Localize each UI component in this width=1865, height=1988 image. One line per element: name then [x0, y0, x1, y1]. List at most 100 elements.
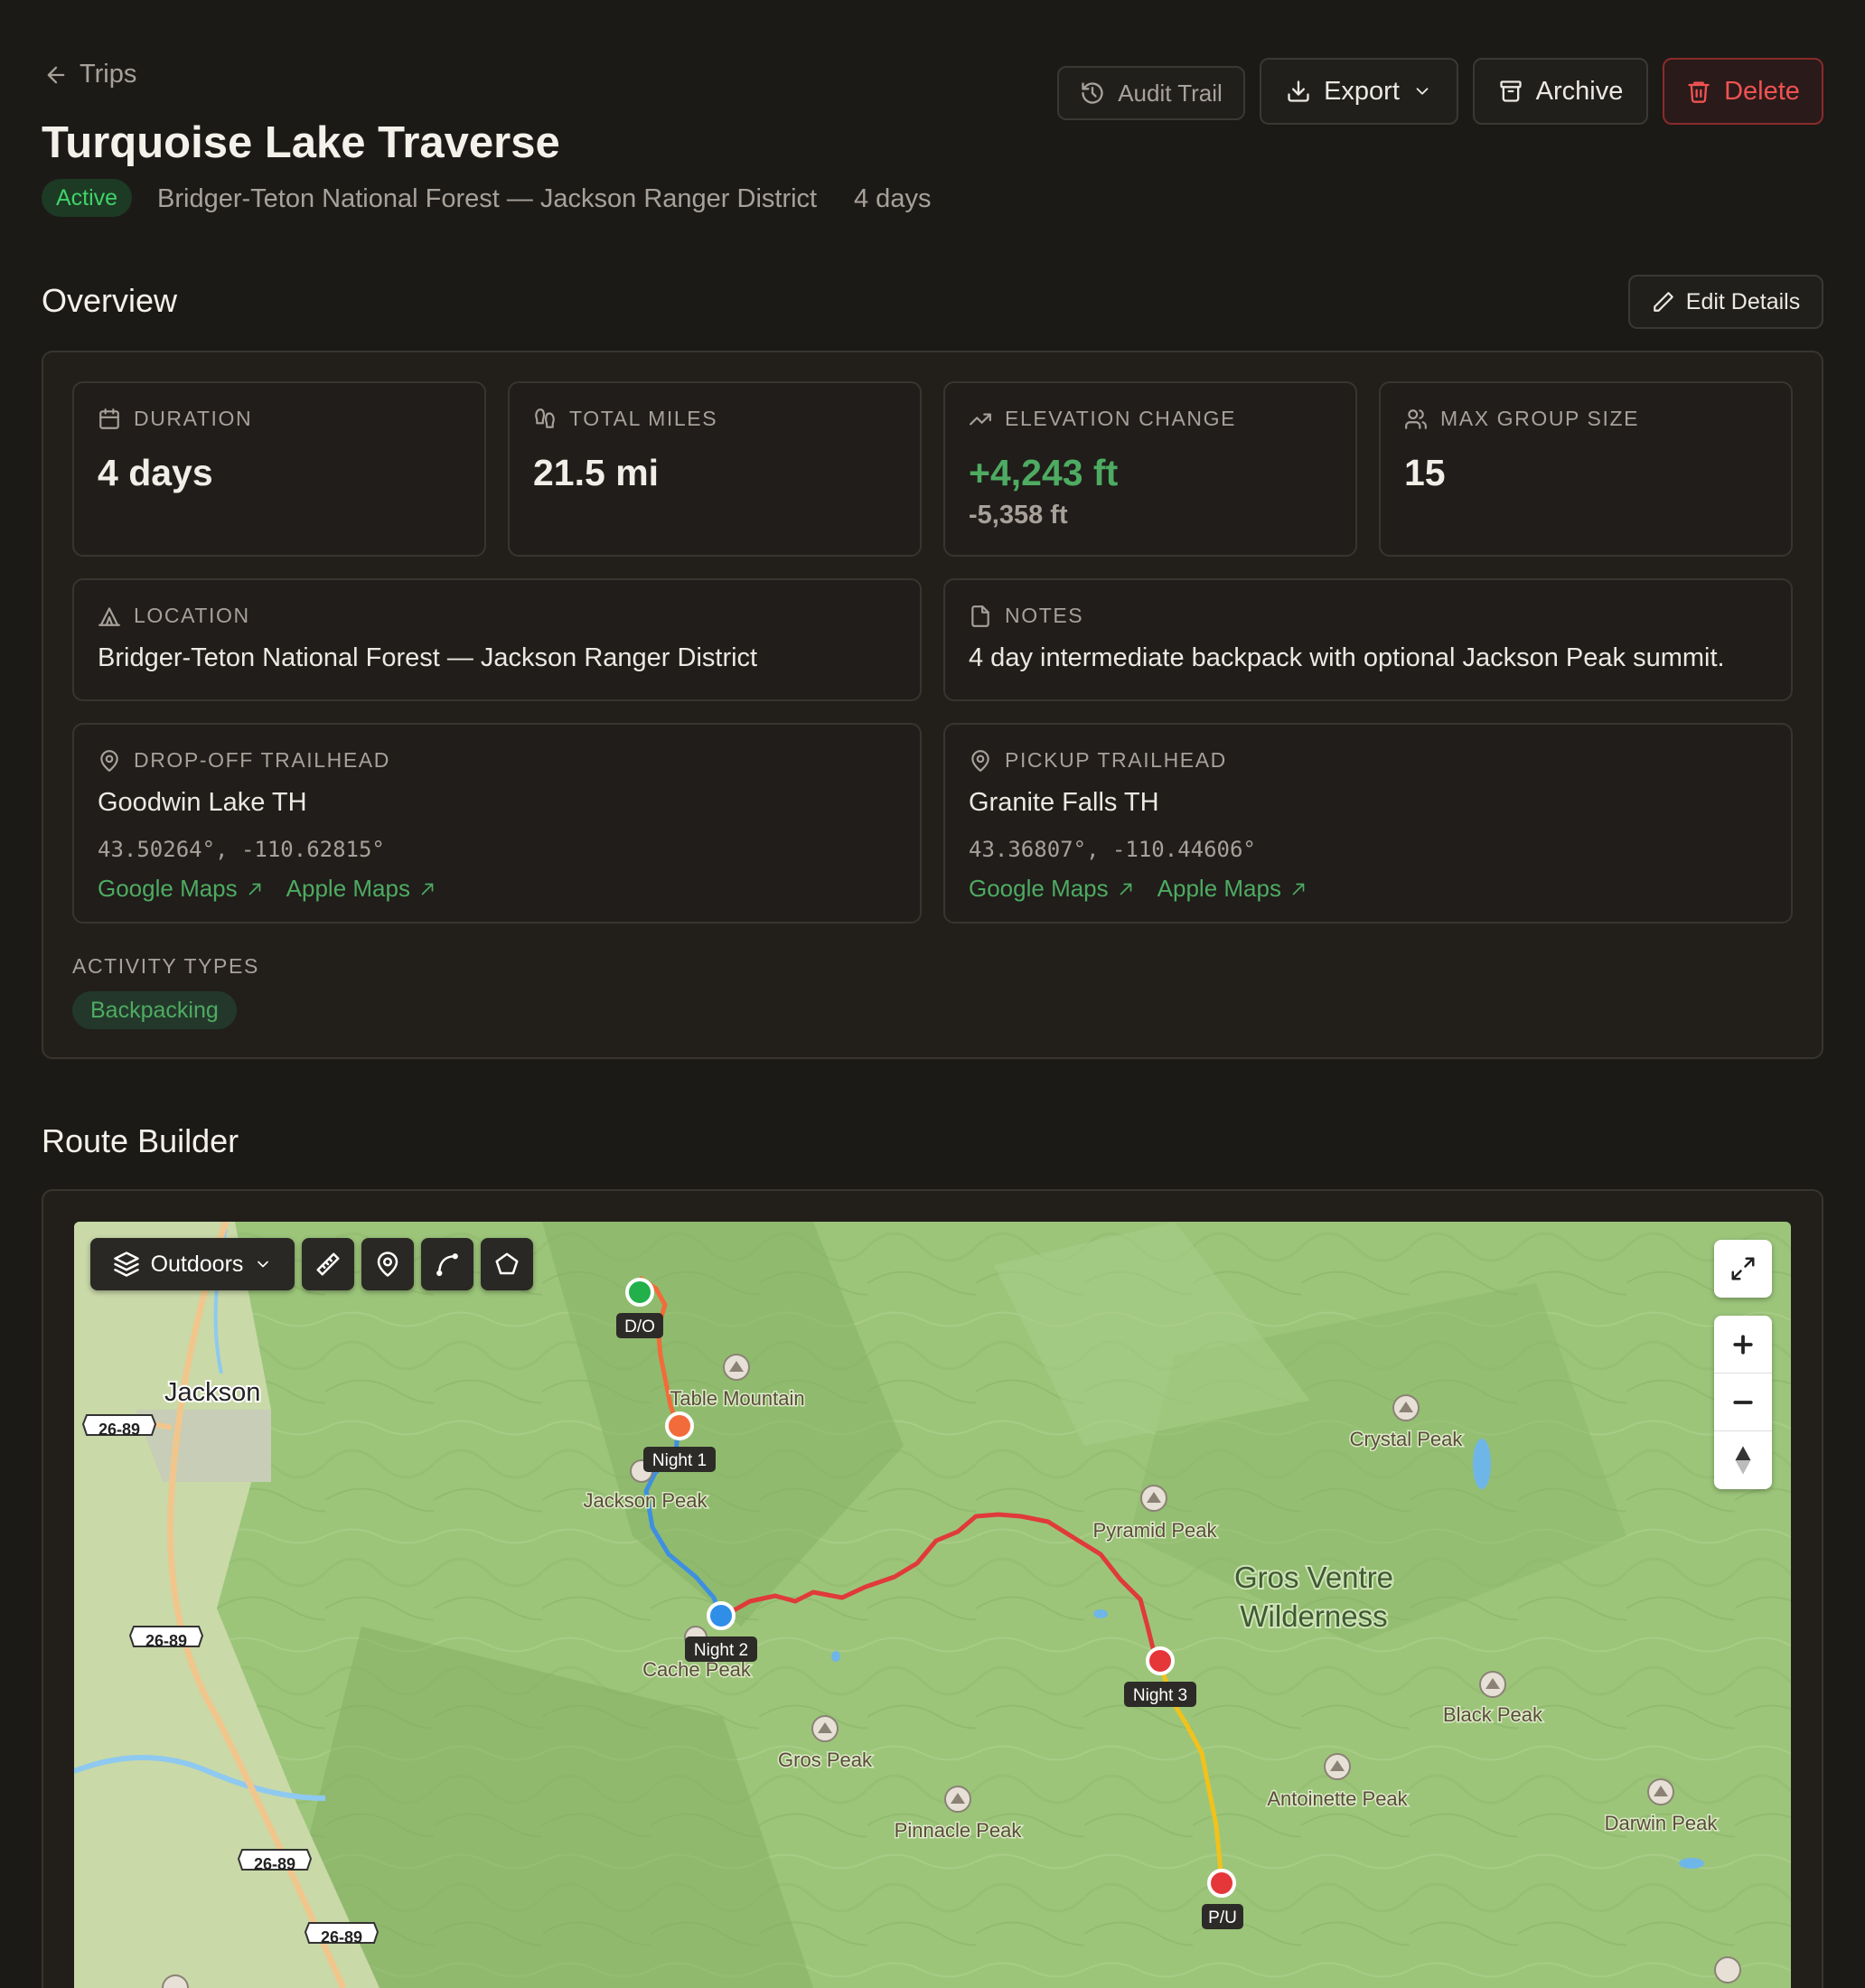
pickup-marker-label: P/U: [1208, 1908, 1237, 1927]
chevron-down-icon: [1416, 88, 1429, 95]
town-label: Jackson: [164, 1378, 260, 1407]
basemap-label: Outdoors: [150, 1251, 244, 1277]
wilderness-label-line1: Gros Ventre: [1234, 1561, 1393, 1594]
highway-shield-1: 26-89: [98, 1421, 140, 1439]
activity-tag-label: Backpacking: [90, 997, 219, 1023]
status-badge: Active: [42, 179, 133, 217]
basemap-selector[interactable]: Outdoors: [90, 1238, 295, 1290]
night1-marker[interactable]: [665, 1411, 694, 1440]
pickup-apple-label: Apple Maps: [1157, 875, 1281, 902]
map-canvas: 26-89 26-89 26-89 26-89 Jackson Gros Ven…: [74, 1222, 1791, 1988]
zoom-in-button[interactable]: [1714, 1316, 1772, 1374]
dropoff-apple-maps-link[interactable]: Apple Maps: [286, 875, 437, 903]
dropoff-marker[interactable]: [625, 1278, 654, 1307]
wilderness-label-line2: Wilderness: [1240, 1599, 1387, 1633]
notes-value: 4 day intermediate backpack with optiona…: [969, 643, 1725, 672]
plus-icon: [1733, 1334, 1753, 1355]
dropoff-marker-label: D/O: [624, 1318, 655, 1336]
fullscreen-button[interactable]: [1714, 1240, 1772, 1298]
breadcrumb[interactable]: Trips: [43, 60, 136, 89]
download-icon: [1288, 80, 1309, 102]
zoom-out-button[interactable]: [1714, 1374, 1772, 1431]
subtitle-duration: 4 days: [854, 184, 932, 213]
night3-marker[interactable]: [1146, 1646, 1175, 1675]
pentagon-icon: [495, 1252, 519, 1275]
route-map[interactable]: 26-89 26-89 26-89 26-89 Jackson Gros Ven…: [74, 1222, 1791, 1988]
external-arrow-icon: [421, 883, 434, 895]
dropoff-google-maps-link[interactable]: Google Maps: [98, 875, 265, 903]
pickup-apple-maps-link[interactable]: Apple Maps: [1157, 875, 1308, 903]
audit-trail-button[interactable]: Audit Trail: [1057, 66, 1245, 120]
peak-label-pyramid-peak: Pyramid Peak: [1093, 1519, 1218, 1542]
page-title: Turquoise Lake Traverse: [42, 118, 560, 167]
group-size-card: Max Group Size 15: [1379, 381, 1793, 557]
peak-label-black-peak: Black Peak: [1443, 1703, 1543, 1726]
elevation-label: Elevation Change: [1005, 407, 1237, 430]
group-size-value: 15: [1404, 452, 1446, 493]
highway-shield-2: 26-89: [145, 1632, 187, 1650]
tent-icon: [98, 606, 120, 626]
map-pin-icon: [377, 1252, 398, 1277]
pickup-label: Pickup Trailhead: [1005, 748, 1227, 772]
measure-tool-button[interactable]: [302, 1238, 354, 1290]
notes-card: Notes 4 day intermediate backpack with o…: [943, 578, 1793, 701]
pickup-name: Granite Falls TH: [969, 788, 1159, 817]
total-miles-label: Total Miles: [569, 407, 718, 430]
trash-icon: [1688, 81, 1710, 103]
edit-details-label: Edit Details: [1685, 288, 1801, 314]
group-size-label: Max Group Size: [1440, 407, 1640, 430]
peak-label-jackson-peak: Jackson Peak: [584, 1489, 708, 1512]
archive-label: Archive: [1535, 76, 1624, 106]
draw-route-tool-button[interactable]: [421, 1238, 473, 1290]
breadcrumb-label: Trips: [80, 60, 137, 89]
draw-polygon-tool-button[interactable]: [481, 1238, 533, 1290]
users-icon: [1405, 408, 1427, 429]
edit-details-button[interactable]: Edit Details: [1628, 275, 1823, 329]
audit-trail-label: Audit Trail: [1118, 79, 1223, 107]
elevation-card: Elevation Change +4,243 ft -5,358 ft: [943, 381, 1357, 557]
pickup-coords: 43.36807°, -110.44606°: [969, 837, 1256, 862]
peak-label-crystal-peak: Crystal Peak: [1350, 1428, 1464, 1450]
compass-icon: [1735, 1446, 1751, 1475]
duration-label: Duration: [134, 407, 253, 430]
highway-shield-3: 26-89: [254, 1855, 295, 1873]
peak-label-antoinette-peak: Antoinette Peak: [1267, 1787, 1408, 1810]
total-miles-card: Total Miles 21.5 mi: [508, 381, 922, 557]
external-arrow-icon: [1120, 883, 1131, 895]
history-icon: [1082, 82, 1103, 104]
subtitle-location: Bridger-Teton National Forest — Jackson …: [157, 184, 818, 213]
dropoff-label: Drop-off Trailhead: [134, 748, 390, 772]
add-marker-tool-button[interactable]: [361, 1238, 414, 1290]
expand-icon: [1731, 1257, 1755, 1280]
location-card: Location Bridger-Teton National Forest —…: [72, 578, 922, 701]
compass-button[interactable]: [1714, 1431, 1772, 1489]
archive-icon: [1499, 80, 1522, 102]
pickup-marker[interactable]: [1207, 1869, 1236, 1898]
trending-up-icon: [970, 413, 991, 425]
dropoff-trailhead-card: Drop-off Trailhead Goodwin Lake TH 43.50…: [72, 723, 922, 924]
night1-marker-label: Night 1: [652, 1451, 707, 1470]
peak-label-table-mountain: Table Mountain: [670, 1387, 804, 1410]
archive-button[interactable]: Archive: [1473, 58, 1648, 125]
peak-label-pinnacle-peak: Pinnacle Peak: [895, 1819, 1023, 1842]
activity-types-label: Activity Types: [72, 954, 259, 978]
dropoff-name: Goodwin Lake TH: [98, 788, 307, 817]
ruler-icon: [316, 1252, 340, 1276]
pencil-icon: [1653, 292, 1673, 312]
pickup-google-maps-link[interactable]: Google Maps: [969, 875, 1136, 903]
dropoff-apple-label: Apple Maps: [286, 875, 410, 902]
map-pin-icon: [971, 749, 989, 772]
peak-label-darwin-peak: Darwin Peak: [1605, 1812, 1719, 1834]
activity-tag: Backpacking: [72, 991, 237, 1029]
delete-label: Delete: [1724, 76, 1800, 106]
night3-marker-label: Night 3: [1133, 1686, 1187, 1705]
pickup-google-label: Google Maps: [969, 875, 1109, 902]
overview-title: Overview: [42, 282, 178, 319]
status-badge-label: Active: [56, 184, 118, 211]
night2-marker-label: Night 2: [694, 1641, 748, 1660]
export-button[interactable]: Export: [1260, 58, 1458, 125]
peak-label-gros-peak: Gros Peak: [778, 1749, 873, 1771]
notes-label: Notes: [1005, 604, 1084, 627]
delete-button[interactable]: Delete: [1663, 58, 1823, 125]
night2-marker[interactable]: [707, 1601, 736, 1630]
